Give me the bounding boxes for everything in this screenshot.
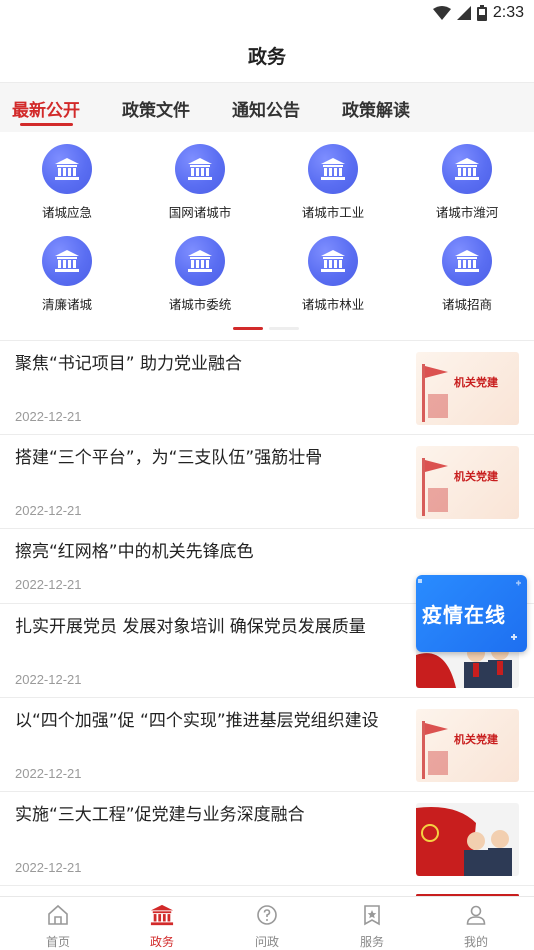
nav-label: 首页 bbox=[45, 935, 70, 949]
news-thumbnail bbox=[416, 803, 519, 876]
news-date: 2022-12-21 bbox=[15, 503, 82, 518]
channel-label: 诸城市潍河 bbox=[435, 205, 499, 220]
nav-government[interactable]: 政务 bbox=[122, 903, 202, 950]
government-building-icon bbox=[175, 144, 225, 194]
news-title: 搭建“三个平台”，为“三支队伍”强筋壮骨 bbox=[15, 448, 323, 468]
page-indicator-inactive bbox=[269, 327, 299, 330]
news-item[interactable]: 搭建“三个平台”，为“三支队伍”强筋壮骨 2022-12-21 机关党建 bbox=[0, 434, 534, 528]
government-building-icon bbox=[42, 144, 92, 194]
news-item[interactable]: 聚焦“书记项目” 助力党业融合 2022-12-21 机关党建 bbox=[0, 340, 534, 434]
status-icons: 2:33 bbox=[432, 4, 524, 22]
active-tab-indicator bbox=[20, 123, 73, 126]
news-thumbnail: 机关党建 bbox=[416, 446, 519, 519]
channel-item[interactable]: 诸城市潍河 bbox=[407, 144, 527, 221]
channel-item[interactable]: 诸城招商 bbox=[407, 236, 527, 313]
channel-item[interactable]: 诸城市工业 bbox=[273, 144, 393, 221]
channel-label: 诸城市林业 bbox=[301, 297, 365, 312]
government-building-icon bbox=[442, 236, 492, 286]
channel-item[interactable]: 诸城市委统 bbox=[140, 236, 260, 313]
nav-mine[interactable]: 我的 bbox=[436, 903, 516, 950]
channel-label: 诸城应急 bbox=[41, 205, 92, 220]
thumbnail-caption: 机关党建 bbox=[454, 376, 498, 389]
user-icon bbox=[466, 905, 486, 925]
tab-policy-documents[interactable]: 政策文件 bbox=[122, 96, 190, 121]
service-star-icon bbox=[364, 905, 380, 926]
channel-item[interactable]: 国网诸城市 bbox=[140, 144, 260, 221]
tab-policy-interpretation[interactable]: 政策解读 bbox=[342, 96, 410, 121]
tab-notices[interactable]: 通知公告 bbox=[232, 96, 300, 121]
status-time: 2:33 bbox=[492, 4, 524, 21]
government-building-icon bbox=[175, 236, 225, 286]
page-indicator-active bbox=[233, 327, 263, 330]
channel-label: 国网诸城市 bbox=[168, 205, 232, 220]
tab-latest[interactable]: 最新公开 bbox=[12, 96, 80, 121]
news-date: 2022-12-21 bbox=[15, 577, 82, 592]
channel-item[interactable]: 清廉诸城 bbox=[7, 236, 127, 313]
tab-bar: 最新公开 政策文件 通知公告 政策解读 bbox=[0, 82, 534, 132]
home-icon bbox=[48, 904, 68, 925]
nav-label: 问政 bbox=[254, 935, 279, 949]
news-item[interactable] bbox=[0, 885, 534, 897]
page-indicator bbox=[233, 327, 299, 330]
float-banner-label: 疫情在线 bbox=[422, 603, 506, 627]
government-building-icon bbox=[308, 144, 358, 194]
channel-grid: 诸城应急 国网诸城市 诸城市工业 诸城市潍河 清廉诸城 诸城市委统 诸城市林业 … bbox=[0, 132, 534, 340]
news-title: 以“四个加强”促 “四个实现”推进基层党组织建设 bbox=[15, 711, 379, 731]
channel-label: 诸城招商 bbox=[441, 297, 492, 312]
news-item[interactable]: 实施“三大工程”促党建与业务深度融合 2022-12-21 bbox=[0, 791, 534, 885]
title-bar: 政务 bbox=[0, 28, 534, 82]
nav-service[interactable]: 服务 bbox=[332, 903, 412, 950]
news-title: 实施“三大工程”促党建与业务深度融合 bbox=[15, 805, 305, 825]
news-thumbnail: 机关党建 bbox=[416, 709, 519, 782]
news-date: 2022-12-21 bbox=[15, 409, 82, 424]
nav-inquiry[interactable]: 问政 bbox=[227, 903, 307, 950]
battery-icon bbox=[476, 5, 487, 21]
thumbnail-caption: 机关党建 bbox=[454, 470, 498, 483]
government-building-icon bbox=[308, 236, 358, 286]
epidemic-online-float-banner[interactable]: 疫情在线 bbox=[416, 575, 527, 652]
nav-label: 服务 bbox=[359, 935, 384, 949]
news-item[interactable]: 以“四个加强”促 “四个实现”推进基层党组织建设 2022-12-21 机关党建 bbox=[0, 697, 534, 791]
news-thumbnail: 机关党建 bbox=[416, 352, 519, 425]
channel-label: 清廉诸城 bbox=[41, 297, 92, 312]
nav-label: 我的 bbox=[463, 935, 488, 949]
news-title: 聚焦“书记项目” 助力党业融合 bbox=[15, 354, 243, 374]
channel-item[interactable]: 诸城应急 bbox=[7, 144, 127, 221]
nav-home[interactable]: 首页 bbox=[18, 903, 98, 950]
question-icon bbox=[257, 905, 277, 925]
wifi-icon bbox=[432, 6, 451, 20]
status-bar: 2:33 bbox=[0, 0, 534, 28]
channel-label: 诸城市工业 bbox=[301, 205, 365, 220]
news-title: 擦亮“红网格”中的机关先锋底色 bbox=[15, 542, 254, 562]
channel-label: 诸城市委统 bbox=[168, 297, 232, 312]
news-date: 2022-12-21 bbox=[15, 766, 82, 781]
nav-label: 政务 bbox=[149, 935, 174, 949]
channel-item[interactable]: 诸城市林业 bbox=[273, 236, 393, 313]
page-title: 政务 bbox=[247, 45, 286, 68]
government-building-icon bbox=[442, 144, 492, 194]
news-date: 2022-12-21 bbox=[15, 860, 82, 875]
thumbnail-caption: 机关党建 bbox=[454, 733, 498, 746]
bottom-navigation: 首页 政务 问政 服务 我的 bbox=[0, 896, 534, 950]
government-building-icon bbox=[150, 904, 174, 926]
signal-icon bbox=[456, 6, 471, 20]
news-title: 扎实开展党员 发展对象培训 确保党员发展质量 bbox=[15, 617, 366, 637]
government-building-icon bbox=[42, 236, 92, 286]
news-date: 2022-12-21 bbox=[15, 672, 82, 687]
